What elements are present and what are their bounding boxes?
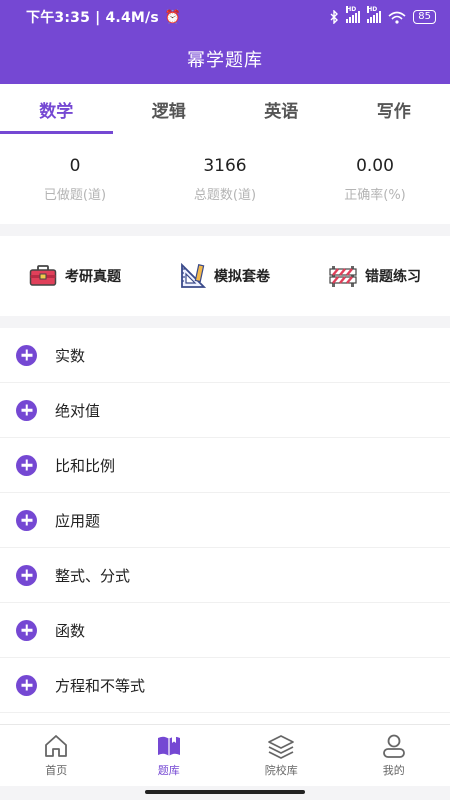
list-item[interactable]: 方程和不等式	[0, 658, 450, 713]
bottom-nav: 首页 题库 院校库 我的	[0, 724, 450, 786]
stat-value: 0.00	[356, 156, 394, 176]
stat-label: 正确率(%)	[344, 188, 406, 203]
plus-icon[interactable]	[16, 344, 37, 366]
list-item[interactable]: 整式、分式	[0, 548, 450, 603]
bluetooth-icon	[330, 10, 339, 24]
nav-schools[interactable]: 院校库	[225, 725, 338, 786]
topic-list: 实数 绝对值 比和比例 应用题 整式、分式 函数 方程和不等式	[0, 328, 450, 724]
app-header: 幂学题库	[0, 34, 450, 84]
tab-label: 逻辑	[151, 101, 186, 122]
topic-label: 应用题	[55, 511, 101, 530]
wifi-icon	[388, 11, 406, 24]
stat-accuracy: 0.00 正确率(%)	[300, 134, 450, 224]
topic-label: 整式、分式	[55, 566, 131, 585]
plus-icon[interactable]	[16, 674, 37, 696]
home-indicator[interactable]	[145, 790, 305, 794]
user-icon	[382, 734, 405, 758]
status-time: 下午3:35 | 4.4M/s	[26, 10, 159, 26]
page-title: 幂学题库	[187, 50, 263, 71]
stat-value: 3166	[203, 156, 247, 176]
status-icons: HD HD 85	[329, 6, 436, 24]
tab-english[interactable]: 英语	[225, 84, 338, 134]
mistake-practice-button[interactable]: 错题练习	[300, 264, 450, 288]
ruler-set-icon	[181, 263, 206, 288]
list-item[interactable]: 函数	[0, 603, 450, 658]
home-icon	[45, 735, 68, 757]
list-item[interactable]: 实数	[0, 328, 450, 383]
tab-label: 数学	[39, 101, 74, 122]
stat-total: 3166 总题数(道)	[150, 134, 300, 224]
status-bar: 下午3:35 | 4.4M/s ⏰ HD HD 85	[0, 0, 450, 34]
nav-label: 首页	[45, 764, 68, 777]
quick-actions: 考研真题 模拟套卷 错题练习	[0, 236, 450, 316]
topic-label: 方程和不等式	[55, 676, 146, 695]
tab-math[interactable]: 数学	[0, 84, 113, 134]
plus-icon[interactable]	[16, 454, 37, 476]
nav-home[interactable]: 首页	[0, 725, 113, 786]
tab-label: 英语	[264, 101, 299, 122]
list-item[interactable]: 比和比例	[0, 438, 450, 493]
topic-label: 实数	[55, 346, 86, 365]
nav-label: 题库	[157, 764, 180, 777]
battery-indicator: 85	[413, 10, 436, 24]
stats-panel: 0 已做题(道) 3166 总题数(道) 0.00 正确率(%)	[0, 134, 450, 224]
tab-label: 写作	[376, 101, 411, 122]
barrier-icon	[329, 266, 357, 287]
nav-profile[interactable]: 我的	[338, 725, 450, 786]
plus-icon[interactable]	[16, 399, 37, 421]
alarm-icon: ⏰	[164, 9, 182, 25]
past-exams-button[interactable]: 考研真题	[0, 265, 150, 287]
quick-action-label: 模拟套卷	[214, 269, 270, 285]
topic-label: 绝对值	[55, 401, 101, 420]
stat-label: 已做题(道)	[43, 188, 107, 203]
quick-action-label: 考研真题	[65, 269, 121, 285]
quick-action-label: 错题练习	[365, 269, 421, 285]
stat-value: 0	[69, 156, 81, 176]
signal-icon-2: HD	[367, 6, 382, 23]
mock-papers-button[interactable]: 模拟套卷	[150, 263, 300, 289]
book-icon	[157, 736, 180, 756]
signal-icon-1: HD	[346, 6, 361, 23]
stat-done: 0 已做题(道)	[0, 134, 150, 224]
toolbox-icon	[29, 265, 57, 286]
list-item[interactable]: 绝对值	[0, 383, 450, 438]
topic-label: 比和比例	[55, 456, 116, 475]
plus-icon[interactable]	[16, 509, 37, 531]
nav-label: 院校库	[264, 764, 298, 777]
topic-label: 函数	[55, 621, 86, 640]
tab-logic[interactable]: 逻辑	[113, 84, 226, 134]
nav-label: 我的	[382, 764, 405, 777]
plus-icon[interactable]	[16, 619, 37, 641]
list-item[interactable]: 应用题	[0, 493, 450, 548]
stat-label: 总题数(道)	[193, 188, 257, 203]
subject-tabs: 数学 逻辑 英语 写作	[0, 84, 450, 134]
layers-icon	[268, 735, 295, 759]
nav-question-bank[interactable]: 题库	[113, 725, 226, 786]
plus-icon[interactable]	[16, 564, 37, 586]
tab-writing[interactable]: 写作	[338, 84, 450, 134]
